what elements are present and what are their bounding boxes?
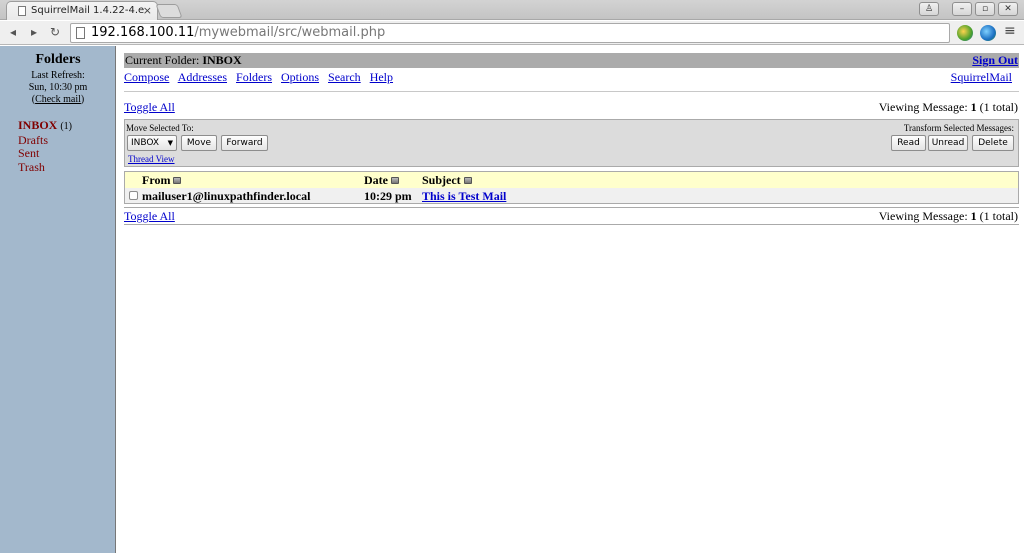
forward-button[interactable]: Forward xyxy=(221,135,268,151)
tab-title: SquirrelMail 1.4.22-4.e xyxy=(31,5,145,16)
folder-inbox[interactable]: INBOX (1) xyxy=(18,118,73,134)
message-table: From Date Subject mailuser1@linuxpathfin… xyxy=(124,171,1019,204)
last-refresh: Last Refresh: Sun, 10:30 pm (Check mail) xyxy=(0,70,116,106)
list-nav-top: Toggle All Viewing Message: 1 (1 total) xyxy=(124,100,1019,116)
viewing-total: (1 total) xyxy=(979,209,1018,223)
current-folder-name: INBOX xyxy=(202,53,242,67)
column-date[interactable]: Date xyxy=(364,173,399,188)
folder-pane: Folders Last Refresh: Sun, 10:30 pm (Che… xyxy=(0,46,116,553)
menu-help[interactable]: Help xyxy=(370,70,393,84)
move-target-select[interactable]: INBOX ▼ xyxy=(127,135,177,151)
squirrelmail-link[interactable]: SquirrelMail xyxy=(951,70,1012,85)
page-icon xyxy=(18,6,26,16)
menu-options[interactable]: Options xyxy=(281,70,319,84)
sort-icon[interactable] xyxy=(463,177,472,184)
table-row[interactable]: mailuser1@linuxpathfinder.local 10:29 pm… xyxy=(125,188,1018,203)
close-window-button[interactable]: ✕ xyxy=(998,2,1018,16)
transform-label: Transform Selected Messages: xyxy=(903,123,1014,133)
browser-menu-icon[interactable]: ≡ xyxy=(1004,23,1016,39)
viewing-message: Viewing Message: 1 (1 total) xyxy=(879,100,1018,115)
folder-label: INBOX xyxy=(18,118,58,132)
divider xyxy=(124,91,1019,92)
column-date-label: Date xyxy=(364,173,388,187)
message-subject-link[interactable]: This is Test Mail xyxy=(422,189,506,204)
tab-close-icon[interactable]: × xyxy=(143,4,152,17)
folder-drafts[interactable]: Drafts xyxy=(18,133,72,148)
forward-icon[interactable]: ▸ xyxy=(26,24,42,40)
page-icon xyxy=(76,27,85,39)
browser-tab[interactable]: SquirrelMail 1.4.22-4.e × xyxy=(6,1,158,20)
toggle-all-link[interactable]: Toggle All xyxy=(124,100,175,114)
divider xyxy=(124,207,1019,208)
toggle-all-link[interactable]: Toggle All xyxy=(124,209,175,223)
folder-trash[interactable]: Trash xyxy=(18,160,72,175)
column-from-label: From xyxy=(142,173,171,187)
window-controls: ♙ – ▫ ✕ xyxy=(919,2,1018,16)
menu-addresses[interactable]: Addresses xyxy=(178,70,227,84)
move-button[interactable]: Move xyxy=(181,135,217,151)
viewing-prefix: Viewing Message: xyxy=(878,100,968,114)
url-host: 192.168.100.11 xyxy=(91,25,195,40)
sign-out-link[interactable]: Sign Out xyxy=(972,53,1018,68)
sort-icon[interactable] xyxy=(173,177,182,184)
current-folder-bar: Current Folder: INBOX Sign Out xyxy=(124,53,1019,68)
unread-button[interactable]: Unread xyxy=(928,135,968,151)
earth-extension-icon[interactable] xyxy=(980,25,996,41)
new-tab-button[interactable] xyxy=(155,4,183,18)
message-actions-panel: Move Selected To: Transform Selected Mes… xyxy=(124,119,1019,167)
message-date: 10:29 pm xyxy=(364,189,412,203)
viewing-total: (1 total) xyxy=(979,100,1018,114)
move-selected-label: Move Selected To: xyxy=(126,123,194,133)
divider xyxy=(124,224,1019,225)
folder-sent[interactable]: Sent xyxy=(18,146,72,161)
back-icon[interactable]: ◂ xyxy=(5,24,21,40)
thread-view-link[interactable]: Thread View xyxy=(128,154,175,164)
folders-title: Folders xyxy=(35,52,81,67)
list-nav-bottom: Toggle All Viewing Message: 1 (1 total) xyxy=(124,209,1019,225)
check-mail-wrapper: (Check mail) xyxy=(31,94,85,105)
move-target-value: INBOX xyxy=(131,138,160,148)
url-path: /mywebmail/src/webmail.php xyxy=(194,25,386,40)
browser-toolbar: ◂ ▸ ↻ 192.168.100.11/mywebmail/src/webma… xyxy=(0,21,1024,45)
main-menu: Compose Addresses Folders Options Search… xyxy=(124,70,1019,86)
check-mail-link[interactable]: Check mail xyxy=(35,94,81,105)
column-subject[interactable]: Subject xyxy=(422,173,472,188)
column-subject-label: Subject xyxy=(422,173,461,187)
sort-icon[interactable] xyxy=(391,177,399,184)
menu-folders[interactable]: Folders xyxy=(236,70,272,84)
viewing-prefix: Viewing Message: xyxy=(878,209,968,223)
minimize-button[interactable]: – xyxy=(952,2,972,16)
reload-icon[interactable]: ↻ xyxy=(47,24,63,40)
maximize-button[interactable]: ▫ xyxy=(975,2,995,16)
table-header: From Date Subject xyxy=(125,172,1018,188)
viewing-message: Viewing Message: 1 (1 total) xyxy=(879,209,1018,224)
address-bar[interactable]: 192.168.100.11/mywebmail/src/webmail.php xyxy=(70,23,950,43)
folder-list: INBOX (1) Drafts Sent Trash xyxy=(18,118,73,175)
delete-button[interactable]: Delete xyxy=(972,135,1014,151)
menu-compose[interactable]: Compose xyxy=(124,70,169,84)
message-checkbox[interactable] xyxy=(129,191,138,200)
browser-tab-bar: SquirrelMail 1.4.22-4.e × ♙ – ▫ ✕ xyxy=(0,0,1024,20)
last-refresh-time: Sun, 10:30 pm xyxy=(28,82,88,93)
read-button[interactable]: Read xyxy=(891,135,926,151)
menu-search[interactable]: Search xyxy=(328,70,361,84)
viewing-number: 1 xyxy=(970,209,977,223)
message-from: mailuser1@linuxpathfinder.local xyxy=(142,189,311,203)
globe-extension-icon[interactable] xyxy=(957,25,973,41)
chevron-down-icon: ▼ xyxy=(167,139,173,147)
current-folder-label: Current Folder: xyxy=(125,53,200,67)
folder-unread-count: (1) xyxy=(60,121,73,132)
column-from[interactable]: From xyxy=(142,173,182,188)
viewing-number: 1 xyxy=(970,100,977,114)
last-refresh-label: Last Refresh: xyxy=(31,70,85,81)
user-icon[interactable]: ♙ xyxy=(919,2,939,16)
